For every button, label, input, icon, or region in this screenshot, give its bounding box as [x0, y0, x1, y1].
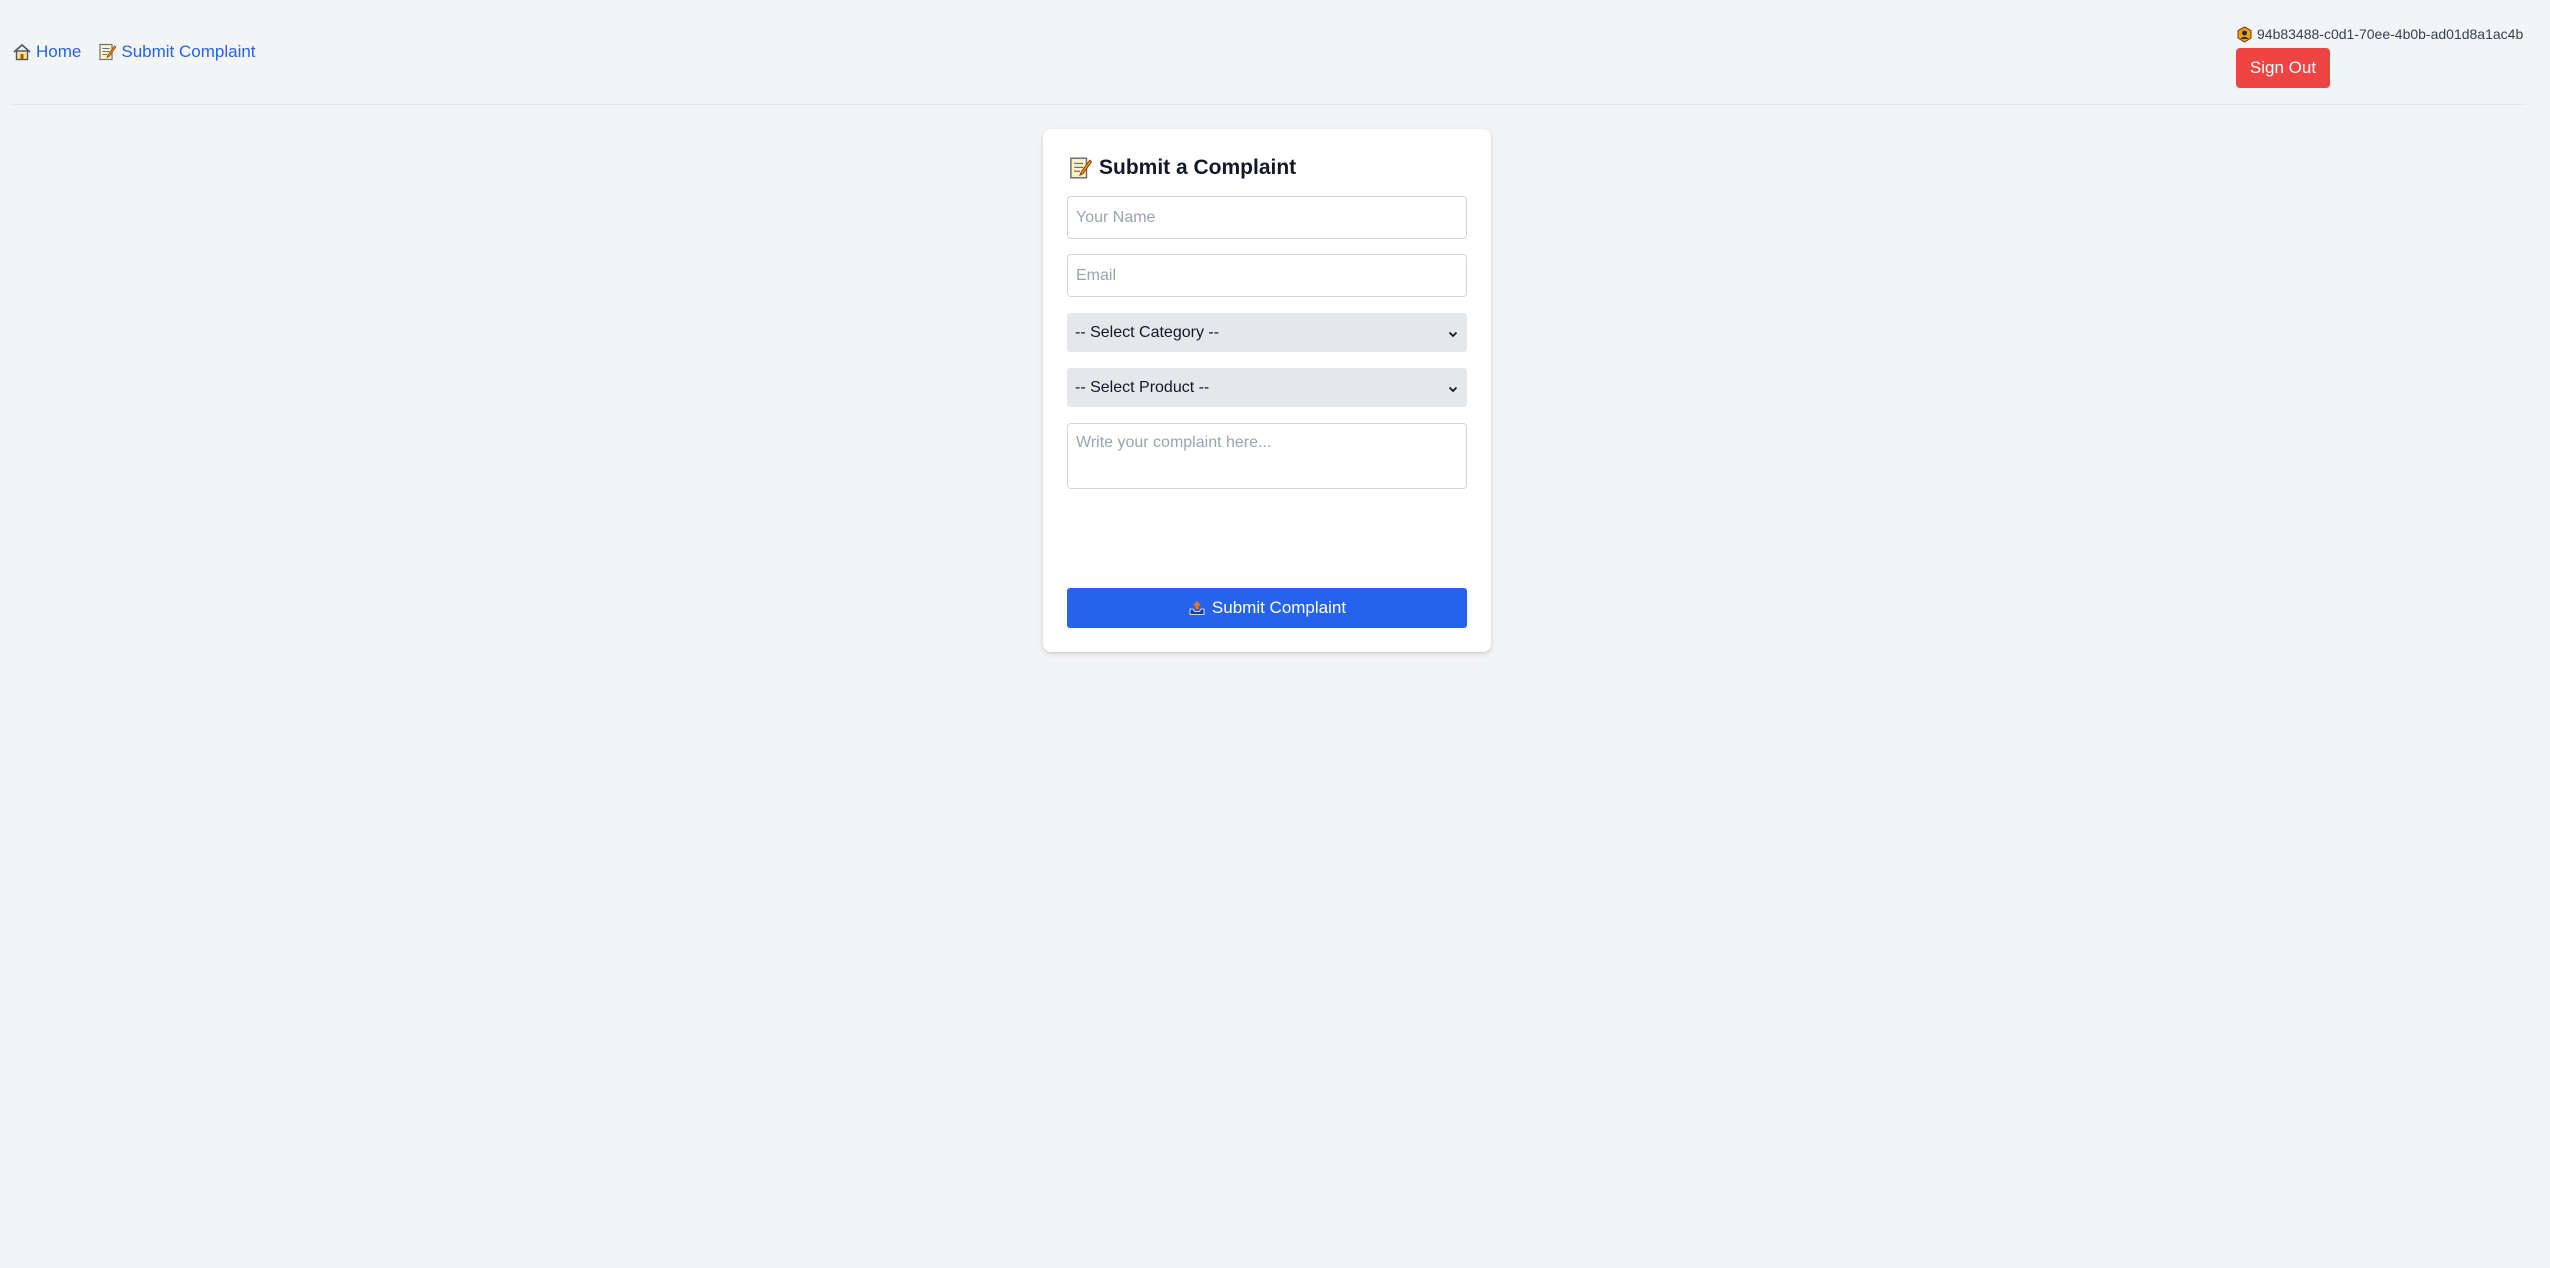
category-select-value: -- Select Category -- [1075, 323, 1220, 341]
submit-complaint-label: Submit Complaint [1211, 598, 1347, 617]
sign-out-button[interactable]: Sign Out [2236, 48, 2330, 88]
submit-complaint-button[interactable]: Submit Complaint [1067, 588, 1467, 628]
top-navbar: Home Submit Complaint 94b83488-c0d1-70ee… [12, 0, 2526, 105]
product-select[interactable]: -- Select Product -- [1067, 368, 1467, 407]
form-title-text: Submit a Complaint [1099, 156, 1297, 179]
chevron-down-icon [1447, 382, 1459, 394]
form-title: Submit a Complaint [1067, 155, 1296, 181]
user-badge-icon [2236, 25, 2253, 43]
chevron-down-icon [1447, 327, 1459, 339]
house-icon [12, 42, 32, 62]
category-select[interactable]: -- Select Category -- [1067, 313, 1467, 352]
nav-home-link[interactable]: Home [12, 42, 81, 62]
nav-submit-complaint-link[interactable]: Submit Complaint [97, 42, 256, 62]
memo-icon [1067, 155, 1093, 181]
name-input[interactable] [1067, 196, 1467, 239]
memo-icon [97, 42, 117, 62]
email-input[interactable] [1067, 254, 1467, 297]
nav-submit-complaint-label: Submit Complaint [121, 42, 256, 61]
user-id: 94b83488-c0d1-70ee-4b0b-ad01d8a1ac4b [2236, 24, 2523, 44]
nav-home-label: Home [36, 42, 82, 61]
nav-links: Home Submit Complaint [12, 42, 272, 62]
user-box: 94b83488-c0d1-70ee-4b0b-ad01d8a1ac4b Sig… [2236, 24, 2523, 88]
product-select-value: -- Select Product -- [1075, 378, 1210, 396]
complaint-textarea[interactable] [1067, 423, 1467, 489]
complaint-form-card: Submit a Complaint -- Select Category --… [1043, 129, 1491, 652]
user-id-text: 94b83488-c0d1-70ee-4b0b-ad01d8a1ac4b [2257, 26, 2524, 42]
outbox-tray-icon [1188, 599, 1206, 617]
